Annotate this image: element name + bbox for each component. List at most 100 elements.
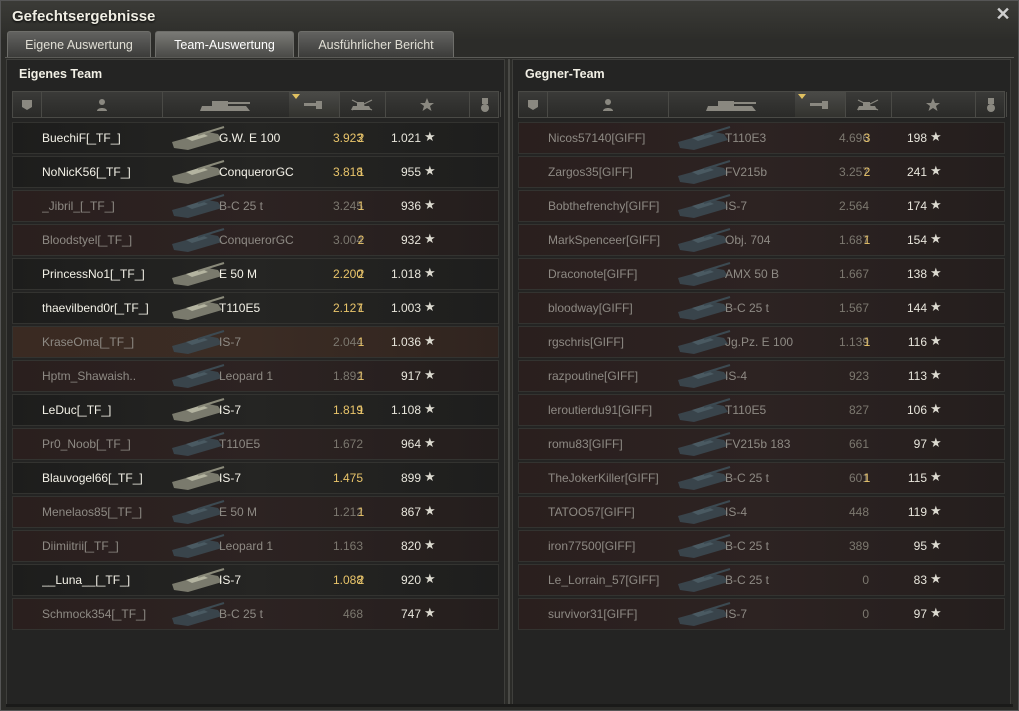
star-icon: ★ (424, 163, 436, 178)
table-row[interactable]: bloodway[GIFF] B-C 25 t 1.567 144 ★ (518, 292, 1005, 324)
badge-icon[interactable] (13, 92, 42, 117)
table-row[interactable]: survivor31[GIFF] IS-7 0 97 ★ (518, 598, 1005, 630)
table-row[interactable]: Diimiitrii[_TF_] Leopard 1 1.163 820 ★ (12, 530, 499, 562)
xp-star-icon[interactable] (891, 92, 976, 117)
medal-icon[interactable] (975, 92, 1007, 117)
star-icon: ★ (424, 503, 436, 518)
xp-value: 138 (906, 267, 927, 281)
vehicle-name: T110E3 (725, 131, 767, 145)
kills-icon[interactable] (339, 92, 386, 117)
table-row[interactable]: Nicos57140[GIFF] T110E3 4.696 3 198 ★ (518, 122, 1005, 154)
tank-icon (674, 296, 732, 322)
table-row[interactable]: TheJokerKiller[GIFF] B-C 25 t 601 1 115 ★ (518, 462, 1005, 494)
table-row[interactable]: Pr0_Noob[_TF_] T110E5 1.672 964 ★ (12, 428, 499, 460)
damage-icon[interactable] (795, 92, 846, 117)
kills-icon[interactable] (845, 92, 892, 117)
vehicle-name: Obj. 704 (725, 233, 771, 247)
damage-value: 1.475 (332, 471, 363, 485)
table-row[interactable]: rgschris[GIFF] Jg.Pz. E 100 1.139 1 116 ★ (518, 326, 1005, 358)
player-name: Draconote[GIFF] (548, 267, 638, 281)
table-row[interactable]: razpoutine[GIFF] IS-4 923 113 ★ (518, 360, 1005, 392)
vehicle-name: B-C 25 t (725, 573, 770, 587)
star-icon: ★ (930, 265, 942, 280)
player-icon[interactable] (41, 92, 163, 117)
vehicle-name: IS-7 (725, 607, 748, 621)
kills-value: 1 (863, 335, 871, 349)
tank-icon (674, 194, 732, 220)
player-name: thaevilbend0r[_TF_] (42, 301, 149, 315)
sort-arrow-icon (798, 94, 806, 99)
star-icon: ★ (424, 333, 436, 348)
tank-icon (674, 364, 732, 390)
enemy-team-header (518, 91, 1007, 118)
player-name: MarkSpenceer[GIFF] (548, 233, 661, 247)
tank-icon (674, 500, 732, 526)
xp-value: 115 (907, 471, 927, 485)
kills-value: 1 (357, 301, 365, 315)
star-icon: ★ (930, 231, 942, 246)
tab-eigene-auswertung[interactable]: Eigene Auswertung (7, 31, 151, 57)
table-row[interactable]: Hptm_Shawaish.. Leopard 1 1.892 1 917 ★ (12, 360, 499, 392)
table-row[interactable]: Bloodstyel[_TF_] ConquerorGC 3.004 2 932 ★ (12, 224, 499, 256)
table-row[interactable]: leroutierdu91[GIFF] T110E5 827 106 ★ (518, 394, 1005, 426)
tank-icon (674, 330, 732, 356)
xp-value: 95 (913, 539, 927, 553)
tank-icon (168, 568, 226, 594)
star-icon: ★ (930, 367, 942, 382)
table-row[interactable]: thaevilbend0r[_TF_] T110E5 2.127 1 1.003 ★ (12, 292, 499, 324)
table-row[interactable]: TATOO57[GIFF] IS-4 448 119 ★ (518, 496, 1005, 528)
table-row[interactable]: MarkSpenceer[GIFF] Obj. 704 1.687 1 154 ★ (518, 224, 1005, 256)
table-row[interactable]: Bobthefrenchy[GIFF] IS-7 2.564 174 ★ (518, 190, 1005, 222)
xp-value: 144 (906, 301, 927, 315)
vehicle-name: B-C 25 t (725, 539, 770, 553)
damage-icon[interactable] (289, 92, 340, 117)
damage-value: 468 (342, 607, 363, 621)
table-row[interactable]: Le_Lorrain_57[GIFF] B-C 25 t 0 83 ★ (518, 564, 1005, 596)
player-name: iron77500[GIFF] (548, 539, 636, 553)
enemy-team-title: Gegner-Team (525, 67, 605, 81)
own-team-rows: BuechiF[_TF_] G.W. E 100 3.923 2 1.021 ★ NoNic… (12, 122, 499, 632)
damage-value: 923 (848, 369, 869, 383)
player-name: __Luna__[_TF_] (42, 573, 131, 587)
table-row[interactable]: Schmock354[_TF_] B-C 25 t 468 747 ★ (12, 598, 499, 630)
xp-star-icon[interactable] (385, 92, 470, 117)
table-row[interactable]: PrincessNo1[_TF_] E 50 M 2.200 2 1.018 ★ (12, 258, 499, 290)
player-name: _Jibril_[_TF_] (42, 199, 115, 213)
vehicle-name: E 50 M (219, 505, 258, 519)
own-team-title: Eigenes Team (19, 67, 103, 81)
player-name: Nicos57140[GIFF] (548, 131, 646, 145)
tank-icon (674, 228, 732, 254)
player-icon[interactable] (547, 92, 669, 117)
tab-team-auswertung[interactable]: Team-Auswertung (155, 31, 294, 57)
xp-value: 154 (906, 233, 927, 247)
table-row[interactable]: KraseOma[_TF_] IS-7 2.044 1 1.036 ★ (12, 326, 499, 358)
close-icon[interactable]: ✕ (994, 5, 1012, 23)
table-row[interactable]: _Jibril_[_TF_] B-C 25 t 3.245 1 936 ★ (12, 190, 499, 222)
table-row[interactable]: Zargos35[GIFF] FV215b 3.257 2 241 ★ (518, 156, 1005, 188)
medal-icon[interactable] (469, 92, 501, 117)
tank-icon[interactable] (162, 92, 290, 117)
table-row[interactable]: Blauvogel66[_TF_] IS-7 1.475 899 ★ (12, 462, 499, 494)
xp-value: 1.108 (390, 403, 421, 417)
table-row[interactable]: LeDuc[_TF_] IS-7 1.819 1 1.108 ★ (12, 394, 499, 426)
vehicle-name: ConquerorGC (219, 165, 294, 179)
tank-icon[interactable] (668, 92, 796, 117)
vehicle-name: Jg.Pz. E 100 (725, 335, 794, 349)
table-row[interactable]: iron77500[GIFF] B-C 25 t 389 95 ★ (518, 530, 1005, 562)
player-name: Hptm_Shawaish.. (42, 369, 137, 383)
table-row[interactable]: __Luna__[_TF_] IS-7 1.088 2 920 ★ (12, 564, 499, 596)
kills-value: 2 (357, 267, 365, 281)
tank-icon (674, 126, 732, 152)
tab-ausfuehrlicher-bericht[interactable]: Ausführlicher Bericht (298, 31, 454, 57)
tank-icon (168, 466, 226, 492)
kills-value: 2 (863, 165, 871, 179)
table-row[interactable]: Draconote[GIFF] AMX 50 B 1.667 138 ★ (518, 258, 1005, 290)
badge-icon[interactable] (519, 92, 548, 117)
table-row[interactable]: NoNicK56[_TF_] ConquerorGC 3.818 1 955 ★ (12, 156, 499, 188)
xp-value: 747 (400, 607, 421, 621)
table-row[interactable]: romu83[GIFF] FV215b 183 661 97 ★ (518, 428, 1005, 460)
table-row[interactable]: BuechiF[_TF_] G.W. E 100 3.923 2 1.021 ★ (12, 122, 499, 154)
table-row[interactable]: Menelaos85[_TF_] E 50 M 1.212 1 867 ★ (12, 496, 499, 528)
vehicle-name: AMX 50 B (725, 267, 780, 281)
vehicle-name: B-C 25 t (725, 471, 770, 485)
